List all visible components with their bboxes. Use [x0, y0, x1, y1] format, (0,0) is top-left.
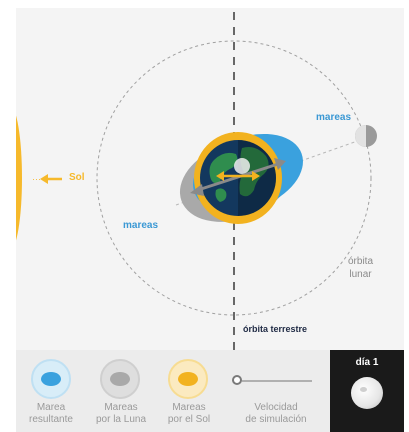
tides-label-lower: mareas: [123, 220, 159, 231]
speed-slider[interactable]: [232, 374, 316, 388]
day-panel: día 1: [330, 350, 404, 432]
sun-direction-arrow: [40, 174, 62, 184]
toggle-resultant-tide[interactable]: Marea resultante: [16, 350, 86, 432]
sun-body: [16, 115, 22, 241]
resultant-tide-caption: Marea resultante: [29, 402, 73, 425]
toggle-moon-tides[interactable]: Mareas por la Luna: [86, 350, 156, 432]
toggle-sun-tides[interactable]: Mareas por el Sol: [156, 350, 222, 432]
moon-phase-icon: [351, 377, 383, 409]
speed-caption: Velocidad de simulación: [245, 402, 307, 425]
lunar-orbit-label: órbita lunar: [348, 256, 374, 280]
moon[interactable]: [355, 125, 377, 147]
simulation-stage: ··· Sol mareas mareas órbita lunar órbit…: [16, 8, 404, 350]
speed-slider-knob[interactable]: [232, 375, 242, 385]
speed-control: Velocidad de simulación: [222, 350, 330, 432]
sun-dots: ···: [32, 174, 41, 184]
controls-bar: Marea resultante Mareas por la Luna Mare…: [16, 350, 404, 432]
tides-label-upper: mareas: [316, 112, 352, 123]
resultant-tide-icon: [31, 359, 71, 399]
earth-orbit-label: órbita terrestre: [243, 324, 308, 334]
sun-tides-icon: [168, 359, 208, 399]
sun-label: Sol: [69, 172, 85, 183]
moon-tides-caption: Mareas por la Luna: [95, 402, 147, 425]
sun-tides-caption: Mareas por el Sol: [167, 402, 211, 425]
simulation-frame: ··· Sol mareas mareas órbita lunar órbit…: [0, 0, 409, 432]
day-label: día 1: [355, 357, 379, 368]
speed-slider-track: [242, 380, 312, 382]
moon-tides-icon: [100, 359, 140, 399]
